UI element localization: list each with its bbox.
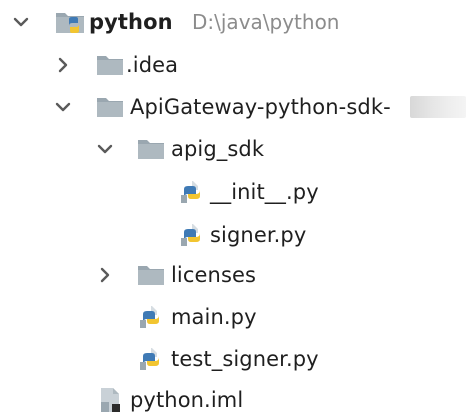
tree-node-label: .idea: [126, 52, 179, 77]
chevron-right-icon[interactable]: [52, 54, 74, 76]
folder-icon: [96, 54, 124, 76]
python-file-icon: [137, 346, 163, 372]
chevron-right-icon[interactable]: [94, 264, 116, 286]
chevron-down-icon[interactable]: [10, 11, 32, 33]
python-file-icon: [178, 222, 204, 248]
chevron-down-icon[interactable]: [52, 96, 74, 118]
tree-node-label: main.py: [171, 304, 257, 329]
tree-node-label: signer.py: [210, 222, 307, 247]
iml-file-icon: [98, 386, 124, 414]
tree-node-main-py[interactable]: main.py: [0, 297, 470, 337]
redacted-version: [410, 96, 466, 118]
project-path: D:\java\python: [192, 10, 340, 34]
tree-node-test-signer-py[interactable]: test_signer.py: [0, 339, 470, 379]
tree-node-apigateway-sdk[interactable]: ApiGateway-python-sdk-: [0, 87, 470, 127]
tree-node-label: licenses: [171, 262, 257, 287]
folder-icon: [96, 96, 124, 118]
tree-node-label: apig_sdk: [171, 136, 265, 161]
tree-node-init-py[interactable]: __init__.py: [0, 172, 470, 212]
tree-node-python-iml[interactable]: python.iml: [0, 380, 470, 420]
tree-node-label: ApiGateway-python-sdk-: [130, 94, 391, 119]
tree-node-label: python: [89, 9, 173, 34]
tree-node-idea[interactable]: .idea: [0, 45, 470, 85]
folder-icon: [137, 264, 165, 286]
tree-node-label: python.iml: [130, 387, 244, 412]
python-file-icon: [178, 179, 204, 205]
tree-node-apig-sdk[interactable]: apig_sdk: [0, 129, 470, 169]
python-file-icon: [137, 304, 163, 330]
tree-node-label: __init__.py: [210, 179, 319, 204]
project-tree: python D:\java\python .idea ApiGateway-p…: [0, 0, 470, 418]
chevron-down-icon[interactable]: [94, 138, 116, 160]
folder-icon: [137, 138, 165, 160]
tree-node-licenses[interactable]: licenses: [0, 255, 470, 295]
tree-node-signer-py[interactable]: signer.py: [0, 215, 470, 255]
tree-node-label: test_signer.py: [171, 346, 319, 371]
python-package-folder-icon: [55, 10, 85, 34]
tree-node-python-root[interactable]: python D:\java\python: [0, 2, 470, 42]
